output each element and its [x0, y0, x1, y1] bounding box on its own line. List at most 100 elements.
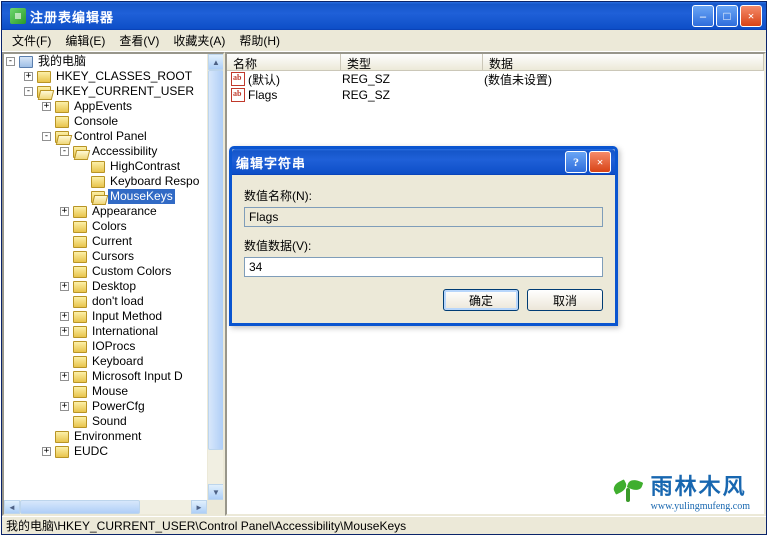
folder-icon	[73, 221, 87, 233]
cancel-button[interactable]: 取消	[527, 289, 603, 311]
menu-help[interactable]: 帮助(H)	[233, 30, 286, 51]
scroll-thumb[interactable]	[20, 500, 140, 514]
edit-string-dialog: 编辑字符串 ? × 数值名称(N): 数值数据(V): 确定 取消	[229, 146, 618, 326]
folder-icon	[73, 416, 87, 428]
tree-desktop[interactable]: Desktop	[90, 279, 138, 294]
tree-controlpanel[interactable]: Control Panel	[72, 129, 149, 144]
tree-keyboardresp[interactable]: Keyboard Respo	[108, 174, 201, 189]
toggle-icon[interactable]: +	[60, 207, 69, 216]
folder-icon	[73, 251, 87, 263]
folder-icon	[73, 401, 87, 413]
tree-hkcr[interactable]: HKEY_CLASSES_ROOT	[54, 69, 194, 84]
status-bar: 我的电脑\HKEY_CURRENT_USER\Control Panel\Acc…	[2, 516, 766, 534]
toggle-icon[interactable]: +	[60, 282, 69, 291]
maximize-button[interactable]: □	[716, 5, 738, 27]
string-value-icon	[231, 88, 245, 102]
dialog-close-button[interactable]: ×	[589, 151, 611, 173]
column-name[interactable]: 名称	[227, 54, 341, 70]
folder-icon	[73, 371, 87, 383]
help-button[interactable]: ?	[565, 151, 587, 173]
folder-icon	[73, 386, 87, 398]
folder-icon	[73, 326, 87, 338]
close-button[interactable]: ×	[740, 5, 762, 27]
title-bar[interactable]: 注册表编辑器 – □ ×	[2, 2, 766, 30]
tree-highcontrast[interactable]: HighContrast	[108, 159, 182, 174]
tree-root[interactable]: 我的电脑	[36, 54, 88, 69]
menu-view[interactable]: 查看(V)	[113, 30, 165, 51]
computer-icon	[19, 56, 33, 68]
dialog-title: 编辑字符串	[236, 153, 565, 172]
tree-panel[interactable]: - 我的电脑 + HKEY_CLASSES_ROOT - HKEY_CURRENT_U…	[2, 52, 225, 516]
tree-mousekeys[interactable]: MouseKeys	[108, 189, 175, 204]
tree-appevents[interactable]: AppEvents	[72, 99, 134, 114]
toggle-icon[interactable]: +	[60, 402, 69, 411]
ok-button[interactable]: 确定	[443, 289, 519, 311]
tree-accessibility[interactable]: Accessibility	[90, 144, 159, 159]
tree-dontload[interactable]: don't load	[90, 294, 146, 309]
toggle-icon[interactable]: +	[60, 312, 69, 321]
folder-icon	[73, 206, 87, 218]
tree-appearance[interactable]: Appearance	[90, 204, 159, 219]
column-type[interactable]: 类型	[341, 54, 483, 70]
folder-open-icon	[91, 191, 105, 203]
string-value-icon	[231, 72, 245, 86]
data-field[interactable]	[244, 257, 603, 277]
tree-console[interactable]: Console	[72, 114, 120, 129]
folder-icon	[37, 71, 51, 83]
menu-edit[interactable]: 编辑(E)	[59, 30, 111, 51]
scroll-left-icon[interactable]: ◄	[4, 500, 20, 514]
toggle-icon[interactable]: +	[60, 327, 69, 336]
tree-environment[interactable]: Environment	[72, 429, 143, 444]
tree-ioprocs[interactable]: IOProcs	[90, 339, 137, 354]
toggle-icon[interactable]: +	[42, 447, 51, 456]
scroll-right-icon[interactable]: ►	[191, 500, 207, 514]
toggle-icon[interactable]: +	[24, 72, 33, 81]
tree-international[interactable]: International	[90, 324, 160, 339]
row-type: REG_SZ	[342, 72, 484, 86]
name-label: 数值名称(N):	[244, 187, 603, 204]
tree-current[interactable]: Current	[90, 234, 134, 249]
status-path: 我的电脑\HKEY_CURRENT_USER\Control Panel\Acc…	[6, 517, 406, 534]
regedit-icon	[10, 8, 26, 24]
leaf-logo-icon	[613, 476, 643, 506]
toggle-icon[interactable]: +	[60, 372, 69, 381]
folder-icon	[91, 161, 105, 173]
menu-favorites[interactable]: 收藏夹(A)	[167, 30, 231, 51]
toggle-icon[interactable]: -	[60, 147, 69, 156]
menu-file[interactable]: 文件(F)	[6, 30, 57, 51]
tree-sound[interactable]: Sound	[90, 414, 129, 429]
horizontal-scrollbar[interactable]: ◄ ►	[4, 500, 207, 514]
folder-icon	[73, 296, 87, 308]
tree-customcolors[interactable]: Custom Colors	[90, 264, 173, 279]
toggle-icon[interactable]: -	[24, 87, 33, 96]
column-data[interactable]: 数据	[483, 54, 764, 70]
list-row[interactable]: Flags REG_SZ	[227, 87, 764, 103]
scroll-up-icon[interactable]: ▲	[208, 54, 224, 70]
tree-msinput[interactable]: Microsoft Input D	[90, 369, 185, 384]
tree-colors[interactable]: Colors	[90, 219, 129, 234]
minimize-button[interactable]: –	[692, 5, 714, 27]
list-row[interactable]: (默认) REG_SZ (数值未设置)	[227, 71, 764, 87]
folder-icon	[73, 341, 87, 353]
tree-keyboard[interactable]: Keyboard	[90, 354, 145, 369]
toggle-icon[interactable]: -	[6, 57, 15, 66]
folder-open-icon	[73, 146, 87, 158]
row-name: Flags	[248, 88, 342, 102]
name-field	[244, 207, 603, 227]
toggle-icon[interactable]: +	[42, 102, 51, 111]
vertical-scrollbar[interactable]: ▲ ▼	[207, 54, 223, 500]
row-name: (默认)	[248, 71, 342, 88]
tree-powercfg[interactable]: PowerCfg	[90, 399, 147, 414]
folder-icon	[55, 446, 69, 458]
tree-cursors[interactable]: Cursors	[90, 249, 136, 264]
scroll-down-icon[interactable]: ▼	[208, 484, 224, 500]
tree-eudc[interactable]: EUDC	[72, 444, 110, 459]
tree-hkcu[interactable]: HKEY_CURRENT_USER	[54, 84, 196, 99]
row-type: REG_SZ	[342, 88, 484, 102]
scroll-thumb[interactable]	[208, 70, 224, 450]
tree-mouse[interactable]: Mouse	[90, 384, 130, 399]
tree-inputmethod[interactable]: Input Method	[90, 309, 164, 324]
toggle-icon[interactable]: -	[42, 132, 51, 141]
watermark-text: 雨林木风	[651, 469, 750, 501]
folder-icon	[73, 311, 87, 323]
